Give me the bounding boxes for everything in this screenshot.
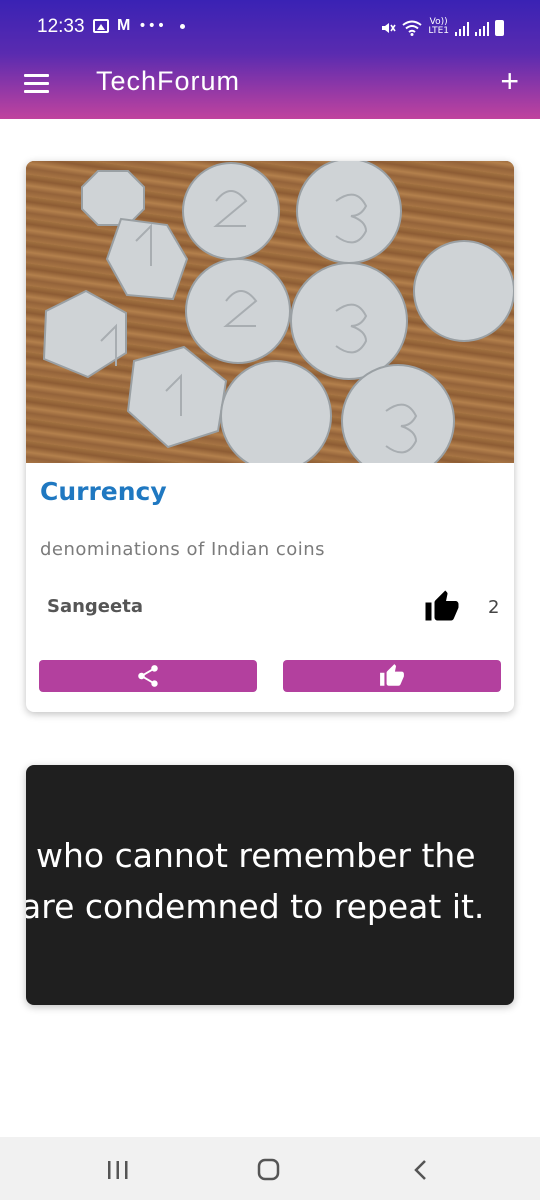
recent-apps-icon [108,1161,128,1179]
gallery-icon [93,19,109,33]
lte-label: LTE1 [428,26,449,36]
gmail-icon: M [117,17,131,34]
like-button[interactable] [283,660,501,692]
status-bar: 12:33 M ••• Vo)) LTE1 [0,0,540,55]
post-card[interactable]: Currency denominations of Indian coins S… [26,161,514,712]
app-bar: TechForum + [0,55,540,119]
battery-icon [495,20,504,36]
more-dots-icon: ••• [138,18,167,34]
post-card[interactable]: who cannot remember the are condemned to… [26,765,514,1005]
status-notification-icons: M ••• [93,17,186,35]
mute-icon [382,23,396,33]
post-image [26,161,514,463]
app-header: 12:33 M ••• Vo)) LTE1 TechForum + [0,0,540,119]
status-system-icons: Vo)) LTE1 [380,16,504,36]
wifi-icon [402,20,422,36]
signal-icon [455,22,469,36]
post-image-text: who cannot remember the [36,836,476,875]
signal-r-icon [475,22,489,36]
post-author: Sangeeta [47,596,143,617]
system-nav-bar [0,1137,540,1200]
status-time: 12:33 [37,16,85,37]
back-button[interactable] [380,1137,460,1200]
recent-apps-button[interactable] [78,1137,158,1200]
post-description: denominations of Indian coins [40,539,326,560]
back-icon [414,1160,426,1180]
app-title: TechForum [96,66,241,96]
plus-icon[interactable]: + [500,65,519,97]
share-button[interactable] [39,660,257,692]
hamburger-menu-icon[interactable] [24,74,49,94]
thumbs-up-icon [425,590,459,621]
home-button[interactable] [229,1137,309,1200]
share-icon [138,665,158,687]
home-icon [257,1158,280,1181]
like-count: 2 [488,597,500,618]
post-image-text: are condemned to repeat it. [26,887,485,926]
dot-icon [180,23,186,29]
post-title[interactable]: Currency [40,477,167,506]
thumbs-up-icon [380,664,404,686]
